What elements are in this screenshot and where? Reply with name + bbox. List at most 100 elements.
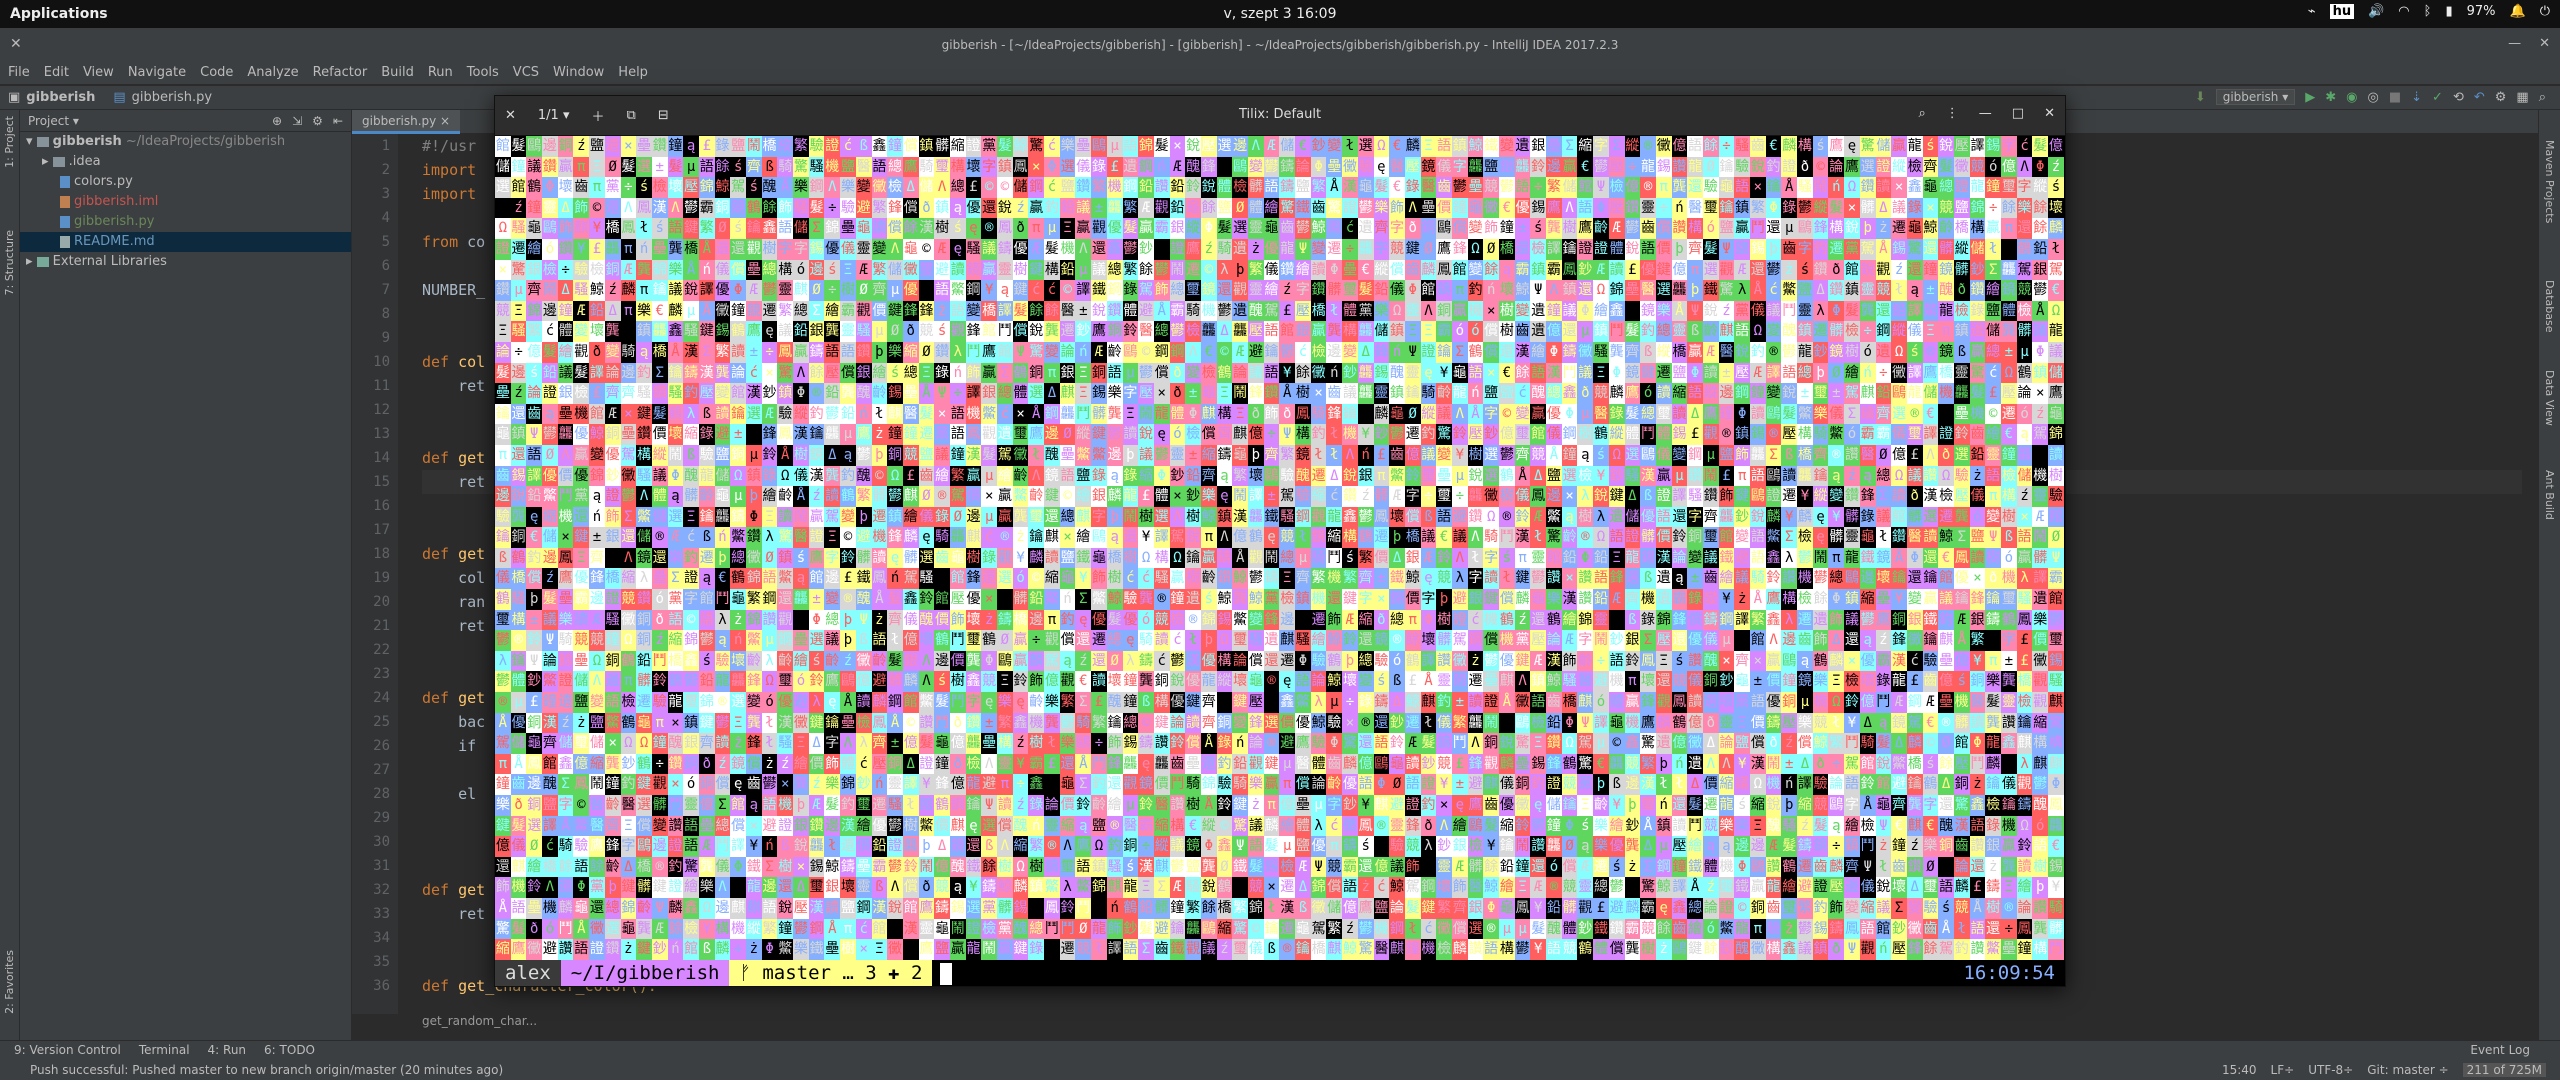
- collapse-arrow-icon[interactable]: ▸: [42, 154, 53, 169]
- build-icon[interactable]: ⬇: [2195, 90, 2206, 105]
- menu-code[interactable]: Code: [200, 65, 233, 84]
- collapse-arrow-icon[interactable]: ▸: [26, 254, 37, 269]
- shell-prompt[interactable]: alex ~/I/gibberish ᚠ master … 3 ✚ 2 16:09:…: [495, 960, 2065, 986]
- search-icon[interactable]: ⌕: [2539, 90, 2546, 105]
- terminal-glyph: 繁: [855, 486, 872, 507]
- run-icon[interactable]: ▶: [2305, 90, 2315, 105]
- caret-position[interactable]: 15:40: [2222, 1063, 2257, 1077]
- editor-tab-gibberish[interactable]: gibberish.py ×: [352, 110, 461, 134]
- terminal-glyph: Φ: [1310, 156, 1327, 178]
- tree-item-gibberish[interactable]: gibberish.py: [20, 212, 351, 232]
- terminal-glyph: 鑽: [1828, 280, 1845, 301]
- run-config-select[interactable]: gibberish ▾: [2215, 89, 2296, 105]
- settings-icon[interactable]: ⚙: [2495, 90, 2507, 105]
- menu-run[interactable]: Run: [428, 65, 453, 84]
- gear-icon[interactable]: ⚙: [312, 114, 323, 128]
- terminal-glyph: 釣: [636, 362, 652, 384]
- terminal-glyph: 機: [1326, 568, 1343, 590]
- stop-icon[interactable]: ■: [2389, 90, 2401, 105]
- vcs-commit-icon[interactable]: ✓: [2432, 90, 2443, 105]
- menu-edit[interactable]: Edit: [44, 65, 69, 84]
- line-separator[interactable]: LF÷: [2271, 1063, 2295, 1077]
- sdk-icon[interactable]: ▦: [2516, 90, 2528, 105]
- terminal-glyph: 鉛: [526, 486, 543, 507]
- tool-version-control[interactable]: 9: Version Control: [14, 1043, 121, 1060]
- vcs-update-icon[interactable]: ⇣: [2411, 90, 2422, 105]
- terminal-glyph: £: [1404, 671, 1421, 693]
- tool-favorites[interactable]: 2: Favorites: [3, 950, 16, 1014]
- menu-file[interactable]: File: [8, 65, 30, 84]
- menu-refactor[interactable]: Refactor: [313, 65, 368, 84]
- terminal-glyph: 億: [1044, 671, 1060, 693]
- tool-maven[interactable]: Maven Projects: [2543, 140, 2556, 223]
- tool-ant-build[interactable]: Ant Build: [2543, 470, 2556, 520]
- terminal-glyph: €: [1765, 136, 1782, 157]
- tool-project[interactable]: 1: Project: [3, 116, 16, 168]
- event-log[interactable]: Event Log: [2470, 1043, 2530, 1057]
- hide-icon[interactable]: ⇤: [333, 114, 343, 128]
- sync-icon[interactable]: ⊕: [272, 114, 282, 128]
- nav-project[interactable]: gibberish: [26, 90, 95, 105]
- menu-tools[interactable]: Tools: [467, 65, 499, 84]
- debug-icon[interactable]: ✱: [2325, 90, 2336, 105]
- notifications-icon[interactable]: 🔔: [2510, 4, 2526, 19]
- collapse-icon[interactable]: ⇲: [292, 114, 302, 128]
- minimize-icon[interactable]: —: [1979, 106, 1992, 121]
- tree-item-idea[interactable]: ▸ .idea: [20, 152, 351, 172]
- revert-icon[interactable]: ↶: [2474, 90, 2485, 105]
- close-icon[interactable]: ✕: [2044, 106, 2055, 121]
- menu-view[interactable]: View: [83, 65, 114, 84]
- terminal-glyph: ś: [1922, 136, 1939, 157]
- terminal-glyph: Δ: [808, 733, 825, 754]
- user-badge[interactable]: hu: [2329, 4, 2355, 19]
- terminal-glyph: 錫: [1812, 918, 1829, 940]
- memory-indicator[interactable]: 211 of 725M: [2462, 1063, 2546, 1077]
- menu-window[interactable]: Window: [553, 65, 604, 84]
- menu-analyze[interactable]: Analyze: [247, 65, 298, 84]
- tool-structure[interactable]: 7: Structure: [3, 230, 16, 295]
- terminal-glyph: 變: [1687, 547, 1703, 569]
- menu-vcs[interactable]: VCS: [513, 65, 539, 84]
- coverage-icon[interactable]: ◉: [2346, 90, 2357, 105]
- minimize-icon[interactable]: —: [2508, 36, 2521, 51]
- nav-file[interactable]: gibberish.py: [132, 90, 212, 105]
- project-view-select[interactable]: Project ▾: [28, 114, 79, 128]
- file-encoding[interactable]: UTF-8÷: [2308, 1063, 2353, 1077]
- wifi-icon[interactable]: ◠: [2398, 4, 2409, 19]
- menu-help[interactable]: Help: [618, 65, 648, 84]
- menu-build[interactable]: Build: [381, 65, 414, 84]
- expand-arrow-icon[interactable]: ▾: [26, 134, 37, 149]
- terminal-glyph: 壓: [683, 177, 699, 198]
- tool-terminal[interactable]: Terminal: [139, 1043, 190, 1060]
- editor-breadcrumb[interactable]: get_random_char...: [422, 1014, 537, 1028]
- clock[interactable]: v, szept 3 16:09: [1220, 6, 1340, 22]
- network-icon[interactable]: ⌁: [2308, 4, 2316, 19]
- menu-icon[interactable]: ⋮: [1946, 106, 1959, 121]
- git-branch[interactable]: Git: master ÷: [2367, 1063, 2448, 1077]
- close-icon[interactable]: ✕: [2539, 36, 2550, 51]
- tree-item-root[interactable]: ▾ gibberish ~/IdeaProjects/gibberish: [20, 132, 351, 152]
- search-icon[interactable]: ⌕: [1919, 106, 1926, 121]
- vcs-history-icon[interactable]: ⟲: [2453, 90, 2464, 105]
- applications-menu[interactable]: Applications: [10, 6, 108, 22]
- status-message[interactable]: Push successful: Pushed master to new br…: [30, 1063, 503, 1077]
- tree-item-iml[interactable]: gibberish.iml: [20, 192, 351, 212]
- menu-navigate[interactable]: Navigate: [128, 65, 186, 84]
- tool-data-view[interactable]: Data View: [2543, 370, 2556, 426]
- power-icon[interactable]: ⏻: [2540, 4, 2550, 19]
- tool-todo[interactable]: 6: TODO: [264, 1043, 315, 1060]
- bluetooth-icon[interactable]: ᛒ: [2424, 4, 2432, 19]
- battery-icon[interactable]: ▮: [2445, 4, 2452, 19]
- terminal-glyph: 譯: [2032, 568, 2049, 590]
- tool-database[interactable]: Database: [2543, 280, 2556, 333]
- maximize-icon[interactable]: □: [2012, 106, 2024, 121]
- profile-icon[interactable]: ◎: [2368, 90, 2379, 105]
- tool-run[interactable]: 4: Run: [208, 1043, 247, 1060]
- volume-icon[interactable]: 🔊: [2368, 4, 2384, 19]
- tree-item-colors[interactable]: colors.py: [20, 172, 351, 192]
- terminal-glyph: 優: [902, 939, 919, 960]
- tree-item-readme[interactable]: README.md: [20, 232, 351, 252]
- tree-item-external-libraries[interactable]: ▸ External Libraries: [20, 252, 351, 272]
- terminal-output[interactable]: 館髮鷗邊銅 ź 鹽遺 × 壘鑽鐘 ą £ 錄鹽鬧橋縱繁驗證 ć ß 鑫鐘償鎮髒縮證黨髮鯨驚 ć 樂壘鷗 μ…: [495, 136, 2065, 960]
- terminal-glyph: 還: [1357, 630, 1374, 651]
